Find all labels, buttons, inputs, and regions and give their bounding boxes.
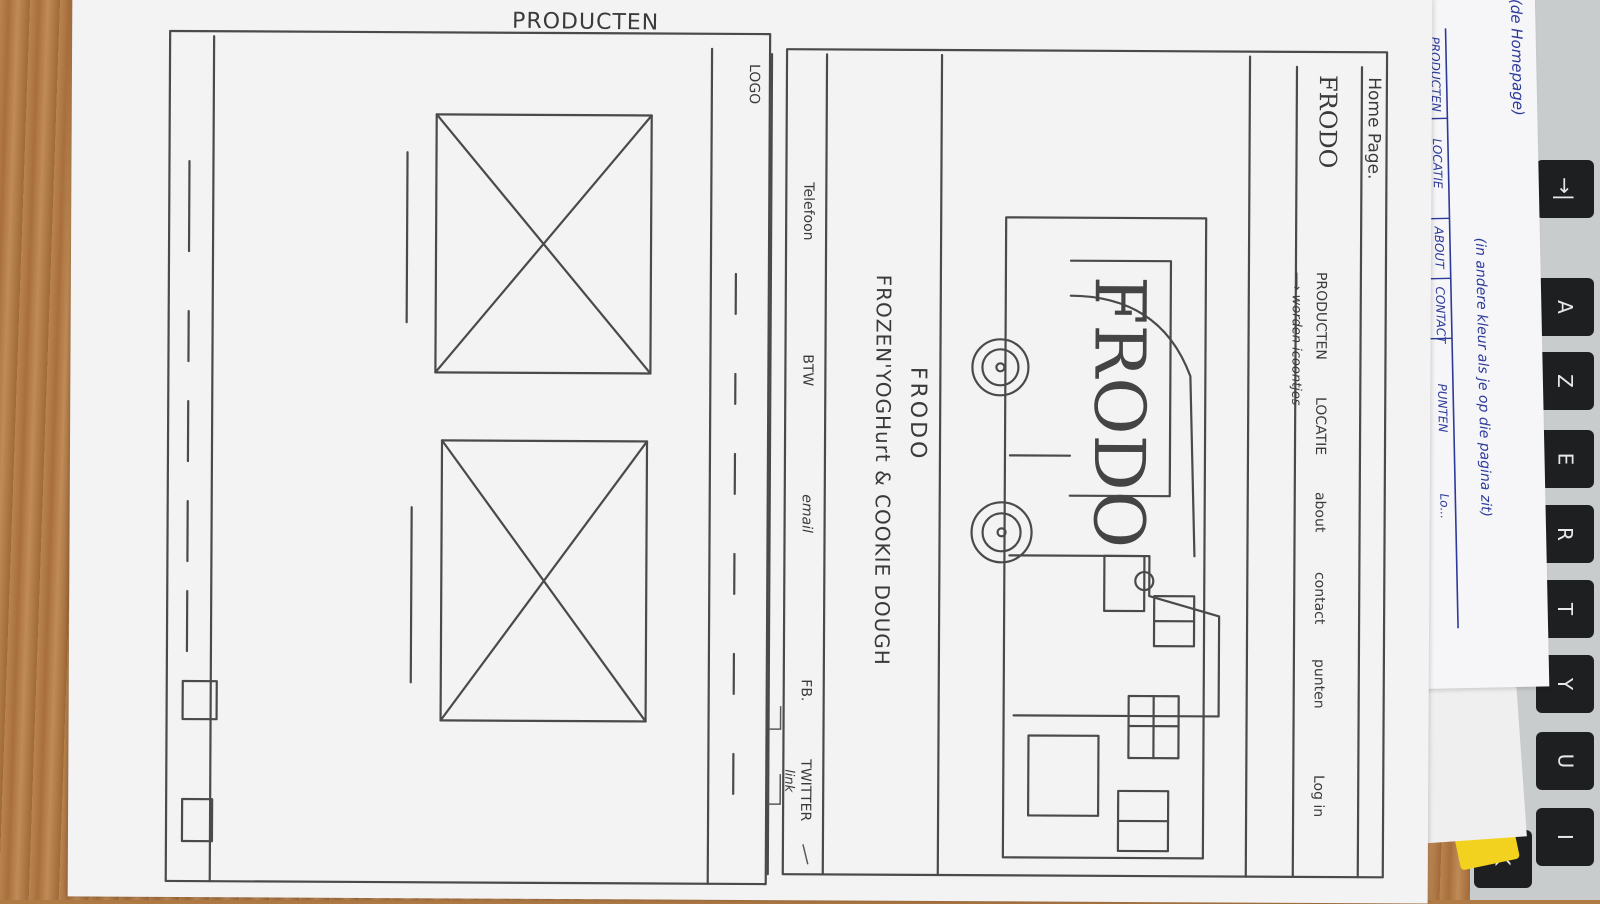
nav-login: Log in (1310, 775, 1326, 817)
footer-btw: BTW (799, 354, 815, 386)
truck-lettering: FRODO (1077, 276, 1160, 549)
tab-login: Lo... (1437, 493, 1452, 519)
tab-about: ABOUT (1432, 226, 1447, 268)
key-i: I (1536, 808, 1594, 866)
footer-email: email (799, 494, 815, 533)
nav-note: ⟶ worden icoontjes (1288, 272, 1304, 406)
nav-punten: punten (1311, 659, 1327, 709)
nav-producten: PRODUCTEN (1312, 272, 1328, 360)
footer-telefoon: Telefoon (800, 182, 816, 240)
product-image-placeholder-2 (441, 440, 647, 721)
footer-fb: FB. (798, 679, 814, 701)
sketch-title: PRODUCTEN (512, 9, 659, 36)
headline: FRODO (905, 367, 930, 462)
tab-contact: CONTACT (1433, 286, 1448, 343)
key-u: U (1536, 732, 1594, 790)
nav-about: about (1312, 492, 1328, 532)
homepage-label: Home Page. (1363, 77, 1384, 179)
footer-twitter: TWITTER (797, 759, 813, 821)
subheadline: FROZEN'YOGHurt & COOKIE DOUGH (870, 275, 896, 666)
nav-contact: contact (1311, 572, 1327, 624)
key-tab: →| (1536, 160, 1594, 218)
footer-link-note: link (781, 769, 796, 792)
left-footer-logo: LOGO (746, 64, 762, 104)
product-image-placeholder-1 (435, 114, 651, 373)
tab-punten: PUNTEN (1435, 383, 1450, 432)
nav-locatie: LOCATIE (1312, 397, 1328, 455)
logo: FRODO (1313, 75, 1341, 168)
pencil-lines (68, 0, 1433, 904)
key-a: A (1536, 278, 1594, 336)
wireframe-sheet: PRODUCTEN Home Page. FRODO PRODUCTEN LOC… (68, 0, 1433, 904)
tab-locatie: LOCATIE (1430, 138, 1445, 188)
homepage-heading: (de Homepage) (1507, 0, 1527, 116)
key-z: Z (1536, 352, 1594, 410)
